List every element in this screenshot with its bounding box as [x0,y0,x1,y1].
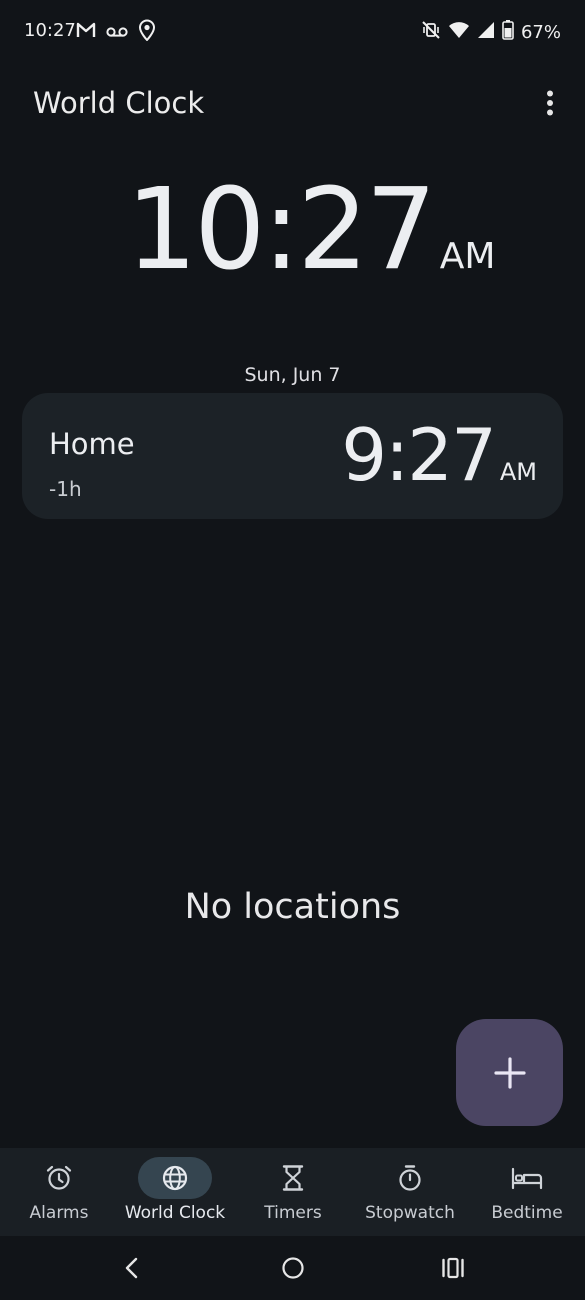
nav-label-world-clock: World Clock [124,1203,226,1223]
globe-icon [162,1165,188,1191]
nav-label-timers: Timers [264,1203,322,1223]
hourglass-icon [282,1165,304,1191]
status-time: 10:27 [24,20,76,41]
nav-label-bedtime: Bedtime [491,1203,563,1223]
gmail-icon [76,22,96,42]
plus-icon [493,1056,526,1089]
current-time-digits: 10:27 [126,165,437,295]
location-icon [138,19,156,45]
nav-item-stopwatch[interactable]: Stopwatch [358,1148,462,1236]
status-notification-icons [76,19,156,45]
city-time: 9:27 AM [341,419,537,491]
nav-item-world-clock[interactable]: World Clock [118,1148,232,1236]
back-icon [125,1257,138,1279]
nav-label-alarms: Alarms [29,1203,89,1223]
vibrate-off-icon [421,20,441,44]
current-time-ampm: AM [439,236,496,277]
current-date: Sun, Jun 7 [244,364,341,386]
home-clock-card[interactable]: Home -1h 9:27 AM [22,393,563,519]
city-time-offset: -1h [49,477,82,501]
home-circle-icon [282,1257,304,1279]
stopwatch-icon [399,1165,421,1191]
nav-item-alarms[interactable]: Alarms [22,1148,96,1236]
current-time: 10:27 AM [126,174,495,286]
system-home-button[interactable] [273,1250,313,1286]
wifi-icon [448,21,470,43]
bed-icon [511,1167,543,1190]
city-time-digits: 9:27 [341,413,497,497]
empty-state-text: No locations [184,887,401,927]
nav-item-bedtime[interactable]: Bedtime [488,1148,566,1236]
nav-label-stopwatch: Stopwatch [365,1203,455,1223]
signal-icon [477,21,495,43]
system-back-button[interactable] [112,1250,152,1286]
battery-percent: 67% [520,21,561,43]
bottom-navigation: Alarms World Clock Timers Stopwatch Bedt… [0,1148,585,1236]
alarm-icon [46,1165,72,1190]
more-options-button[interactable] [536,86,564,120]
status-system-icons: 67% [421,20,561,44]
more-vert-icon [547,90,553,116]
system-navigation-bar [0,1236,585,1300]
system-recents-button[interactable] [433,1250,473,1286]
recents-icon [442,1257,464,1279]
status-bar: 10:27 67% [0,0,585,64]
city-time-ampm: AM [499,458,537,486]
battery-icon [502,20,514,44]
page-title: World Clock [33,86,205,120]
city-name: Home [49,427,135,461]
nav-item-timers[interactable]: Timers [256,1148,330,1236]
add-city-button[interactable] [456,1019,563,1126]
voicemail-icon [106,23,128,42]
